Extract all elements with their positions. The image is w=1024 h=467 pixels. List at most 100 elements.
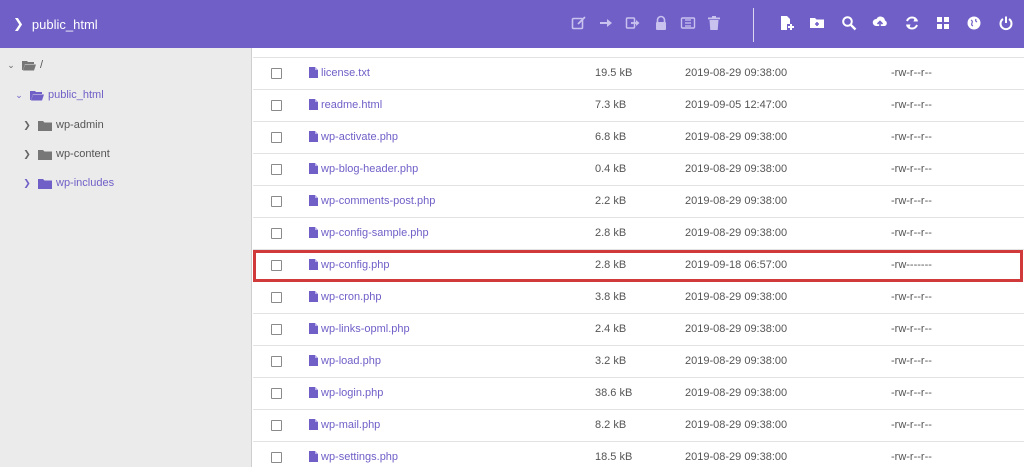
file-modified-date: 2019-08-29 09:38:00 xyxy=(685,355,788,367)
file-permissions: -rw-r--r-- xyxy=(891,419,932,431)
globe-icon[interactable] xyxy=(965,14,983,32)
row-checkbox[interactable] xyxy=(271,324,282,335)
row-checkbox[interactable] xyxy=(271,100,282,111)
file-icon xyxy=(309,451,318,462)
breadcrumb[interactable]: ❯ public_html xyxy=(13,0,98,48)
search-icon[interactable] xyxy=(840,14,858,32)
file-name[interactable]: wp-blog-header.php xyxy=(321,163,418,175)
tree-item-wp-admin[interactable]: ❯ wp-admin xyxy=(22,117,104,133)
upload-icon[interactable] xyxy=(871,14,889,32)
file-icon xyxy=(309,227,318,238)
row-checkbox[interactable] xyxy=(271,68,282,79)
file-icon xyxy=(309,291,318,302)
file-permissions: -rw-r--r-- xyxy=(891,387,932,399)
chevron-right-icon[interactable]: ❯ xyxy=(22,120,32,131)
file-name[interactable]: license.txt xyxy=(321,67,370,79)
row-checkbox[interactable] xyxy=(271,132,282,143)
row-checkbox[interactable] xyxy=(271,196,282,207)
row-checkbox[interactable] xyxy=(271,420,282,431)
tree-item-label: wp-admin xyxy=(56,119,104,131)
file-size: 0.4 kB xyxy=(595,163,627,175)
file-row[interactable]: readme.html 7.3 kB 2019-09-05 12:47:00 -… xyxy=(253,90,1024,122)
file-modified-date: 2019-08-29 09:38:00 xyxy=(685,451,788,463)
file-modified-date: 2019-08-29 09:38:00 xyxy=(685,163,788,175)
file-icon xyxy=(309,355,318,366)
file-name[interactable]: wp-login.php xyxy=(321,387,383,399)
file-icon xyxy=(309,323,318,334)
file-name[interactable]: wp-activate.php xyxy=(321,131,398,143)
file-row[interactable]: wp-links-opml.php 2.4 kB 2019-08-29 09:3… xyxy=(253,314,1024,346)
row-checkbox[interactable] xyxy=(271,452,282,463)
tree-item-wp-content[interactable]: ❯ wp-content xyxy=(22,146,110,162)
file-size: 2.4 kB xyxy=(595,323,627,335)
top-toolbar: ❯ public_html xyxy=(0,0,1024,48)
file-row-highlighted[interactable]: wp-config.php 2.8 kB 2019-09-18 06:57:00… xyxy=(253,250,1023,282)
file-row[interactable]: wp-comments-post.php 2.2 kB 2019-08-29 0… xyxy=(253,186,1024,218)
file-name[interactable]: readme.html xyxy=(321,99,382,111)
chevron-down-icon[interactable]: ⌄ xyxy=(14,90,24,101)
file-name[interactable]: wp-config-sample.php xyxy=(321,227,429,239)
file-icon xyxy=(309,131,318,142)
move-icon[interactable] xyxy=(597,14,615,32)
file-name[interactable]: wp-cron.php xyxy=(321,291,382,303)
file-name[interactable]: wp-config.php xyxy=(321,259,390,271)
file-permissions: -rw-r--r-- xyxy=(891,323,932,335)
chevron-right-icon[interactable]: ❯ xyxy=(22,149,32,160)
file-size: 38.6 kB xyxy=(595,387,633,399)
file-row[interactable]: wp-load.php 3.2 kB 2019-08-29 09:38:00 -… xyxy=(253,346,1024,378)
power-icon[interactable] xyxy=(997,14,1015,32)
file-row[interactable]: wp-mail.php 8.2 kB 2019-08-29 09:38:00 -… xyxy=(253,410,1024,442)
file-row[interactable]: wp-settings.php 18.5 kB 2019-08-29 09:38… xyxy=(253,442,1024,467)
new-folder-icon[interactable] xyxy=(808,14,826,32)
file-name[interactable]: wp-mail.php xyxy=(321,419,380,431)
toolbar-divider xyxy=(753,8,754,42)
chevron-down-icon[interactable]: ⌄ xyxy=(6,60,16,71)
file-row[interactable]: license.txt 19.5 kB 2019-08-29 09:38:00 … xyxy=(253,58,1024,90)
row-checkbox[interactable] xyxy=(271,292,282,303)
file-permissions: -rw-r--r-- xyxy=(891,67,932,79)
new-file-icon[interactable] xyxy=(778,14,796,32)
tree-item-public-html[interactable]: ⌄ public_html xyxy=(14,87,103,103)
folder-open-icon xyxy=(30,90,44,100)
file-icon xyxy=(309,419,318,430)
breadcrumb-label: public_html xyxy=(31,16,98,32)
export-icon[interactable] xyxy=(624,14,642,32)
file-row[interactable]: wp-activate.php 6.8 kB 2019-08-29 09:38:… xyxy=(253,122,1024,154)
file-name[interactable]: wp-links-opml.php xyxy=(321,323,410,335)
row-checkbox[interactable] xyxy=(271,228,282,239)
chevron-right-icon[interactable]: ❯ xyxy=(22,178,32,189)
file-modified-date: 2019-08-29 09:38:00 xyxy=(685,419,788,431)
lock-icon[interactable] xyxy=(652,14,670,32)
tree-item-root[interactable]: ⌄ / xyxy=(6,57,43,73)
file-row[interactable]: wp-config-sample.php 2.8 kB 2019-08-29 0… xyxy=(253,218,1024,250)
folder-icon xyxy=(38,120,52,131)
refresh-icon[interactable] xyxy=(903,14,921,32)
file-row[interactable]: wp-cron.php 3.8 kB 2019-08-29 09:38:00 -… xyxy=(253,282,1024,314)
tree-item-wp-includes[interactable]: ❯ wp-includes xyxy=(22,175,114,191)
chevron-right-icon: ❯ xyxy=(13,16,24,31)
file-size: 3.8 kB xyxy=(595,291,627,303)
row-checkbox[interactable] xyxy=(271,164,282,175)
file-row[interactable]: wp-blog-header.php 0.4 kB 2019-08-29 09:… xyxy=(253,154,1024,186)
file-name[interactable]: wp-comments-post.php xyxy=(321,195,435,207)
file-name[interactable]: wp-settings.php xyxy=(321,451,398,463)
trash-icon[interactable] xyxy=(705,14,723,32)
tree-item-label: wp-includes xyxy=(56,177,115,189)
file-permissions: -rw-r--r-- xyxy=(891,99,932,111)
file-icon xyxy=(309,67,318,78)
edit-icon[interactable] xyxy=(570,14,588,32)
grid-view-icon[interactable] xyxy=(934,14,952,32)
file-permissions: -rw-r--r-- xyxy=(891,195,932,207)
file-modified-date: 2019-08-29 09:38:00 xyxy=(685,195,788,207)
file-row[interactable]: wp-login.php 38.6 kB 2019-08-29 09:38:00… xyxy=(253,378,1024,410)
file-modified-date: 2019-08-29 09:38:00 xyxy=(685,131,788,143)
file-icon xyxy=(309,195,318,206)
file-name[interactable]: wp-load.php xyxy=(321,355,381,367)
row-checkbox[interactable] xyxy=(271,356,282,367)
file-size: 7.3 kB xyxy=(595,99,627,111)
row-checkbox[interactable] xyxy=(271,260,282,271)
row-checkbox[interactable] xyxy=(271,388,282,399)
file-permissions: -rw-r--r-- xyxy=(891,131,932,143)
compress-icon[interactable] xyxy=(679,14,697,32)
file-size: 3.2 kB xyxy=(595,355,627,367)
